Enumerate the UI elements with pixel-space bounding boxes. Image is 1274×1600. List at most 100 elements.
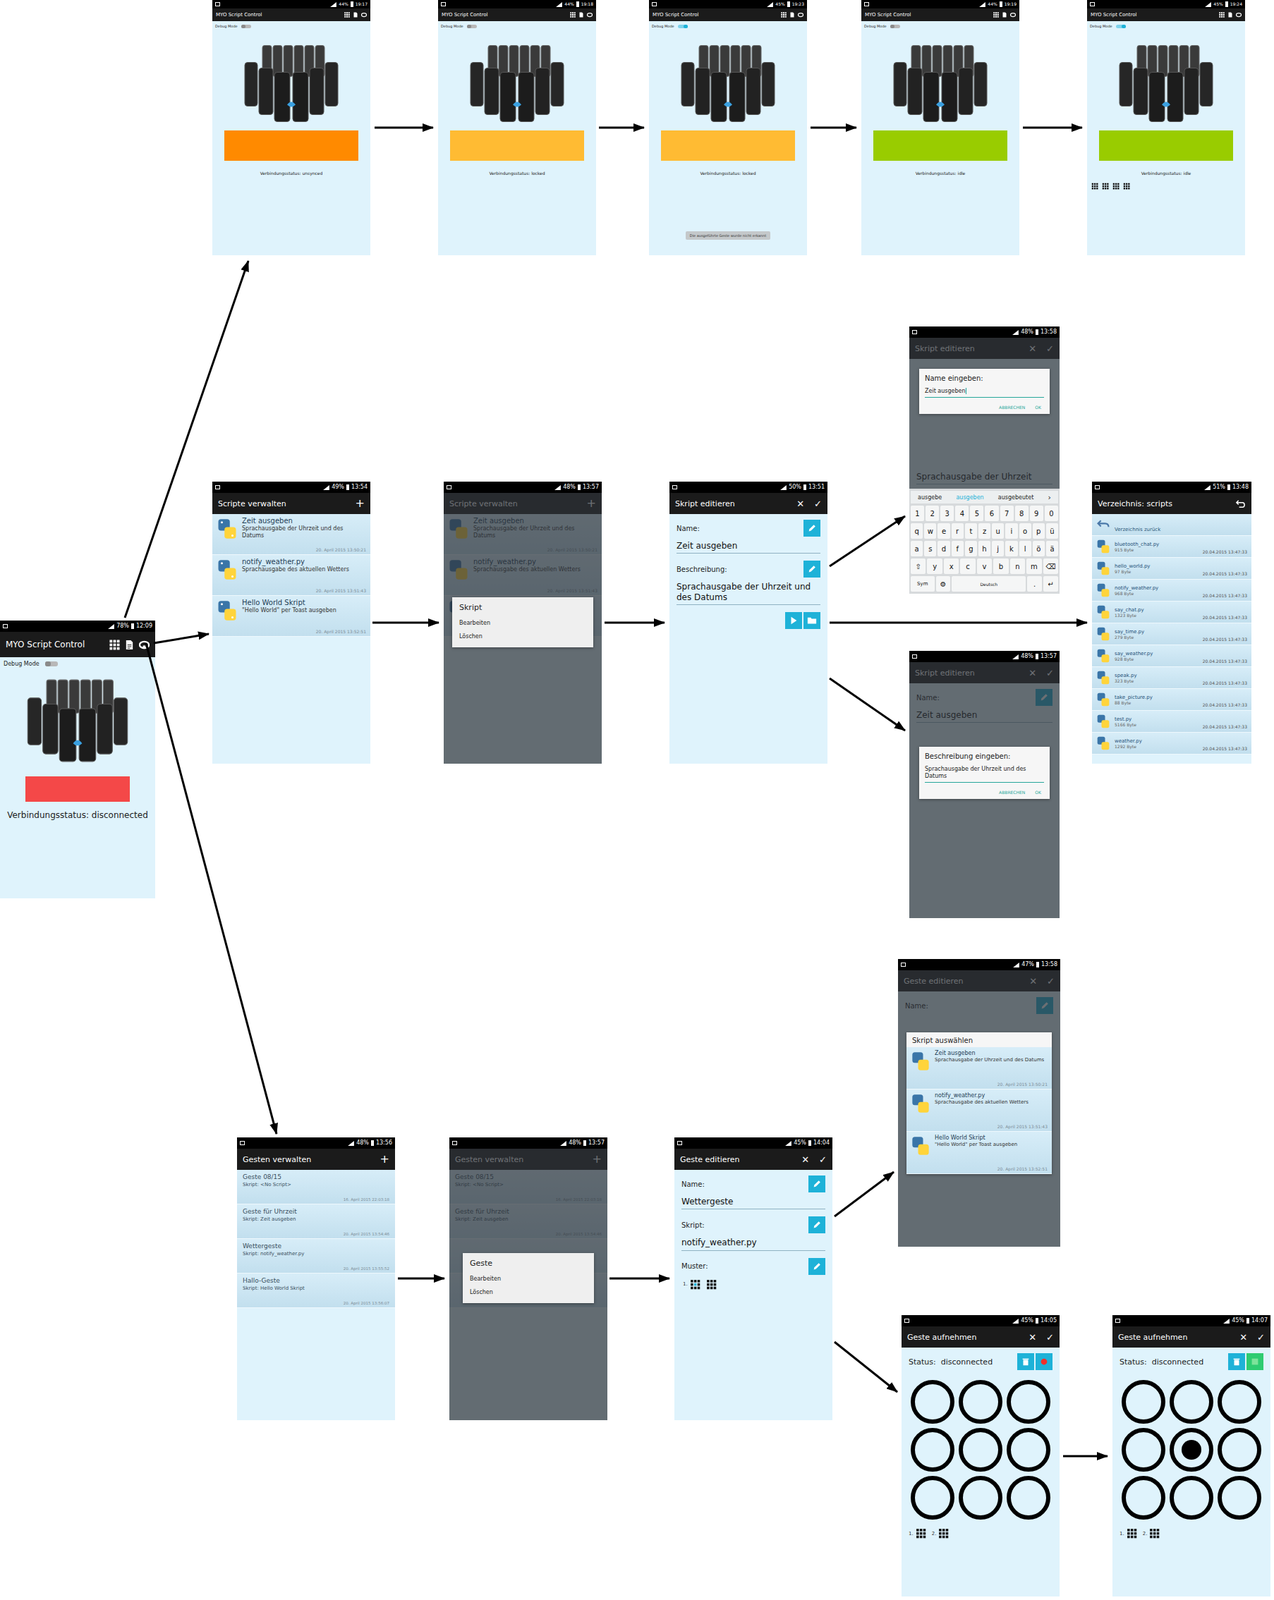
key[interactable]: o bbox=[1019, 523, 1032, 539]
pattern-cell[interactable] bbox=[1121, 1476, 1166, 1521]
key[interactable]: 3 bbox=[940, 505, 954, 522]
file-row[interactable]: hello_world.py97 Byte20.04.2015 13:47:33 bbox=[1092, 557, 1252, 580]
cancel-button[interactable]: ✕ bbox=[1028, 1332, 1037, 1344]
armband-icon[interactable] bbox=[361, 11, 367, 18]
file-row[interactable]: weather.py1292 Byte20.04.2015 13:47:33 bbox=[1092, 732, 1252, 755]
suggestion[interactable]: ausgeben bbox=[955, 494, 984, 501]
context-menu-item[interactable]: Bearbeiten bbox=[459, 616, 587, 630]
delete-button[interactable] bbox=[1228, 1353, 1246, 1371]
key[interactable]: ü bbox=[1046, 523, 1059, 539]
key[interactable]: a bbox=[910, 541, 923, 557]
pattern-cell[interactable] bbox=[910, 1428, 955, 1473]
debug-mode-toggle[interactable] bbox=[677, 24, 688, 29]
gestures-grid-icon[interactable] bbox=[1218, 11, 1225, 18]
script-document-icon[interactable] bbox=[789, 11, 796, 18]
key[interactable]: v bbox=[977, 558, 992, 575]
pattern-cell[interactable] bbox=[1006, 1380, 1051, 1425]
pattern-cell[interactable] bbox=[1169, 1476, 1214, 1521]
dialog-button[interactable]: ABBRECHEN bbox=[998, 404, 1025, 410]
pattern-cell[interactable] bbox=[958, 1476, 1003, 1521]
key[interactable]: w bbox=[924, 523, 937, 539]
armband-icon[interactable] bbox=[1010, 11, 1016, 18]
pattern-cell[interactable] bbox=[1169, 1428, 1214, 1473]
key[interactable]: r bbox=[951, 523, 964, 539]
key[interactable]: 1 bbox=[910, 505, 925, 522]
armband-icon[interactable] bbox=[1235, 11, 1242, 18]
debug-mode-toggle[interactable] bbox=[1115, 24, 1126, 29]
key[interactable]: ö bbox=[1032, 541, 1045, 557]
cancel-button[interactable]: ✕ bbox=[1239, 1332, 1248, 1344]
key[interactable]: u bbox=[991, 523, 1004, 539]
edit-button[interactable] bbox=[808, 1216, 826, 1234]
confirm-button[interactable]: ✓ bbox=[1046, 1332, 1054, 1344]
key[interactable]: 8 bbox=[1015, 505, 1029, 522]
file-row[interactable]: test.py5166 Byte20.04.2015 13:47:33 bbox=[1092, 711, 1252, 733]
cancel-button[interactable]: ✕ bbox=[796, 498, 805, 510]
dialog-button[interactable]: ABBRECHEN bbox=[998, 790, 1025, 796]
gestures-grid-icon[interactable] bbox=[569, 11, 576, 18]
key[interactable]: l bbox=[1019, 541, 1032, 557]
gestures-grid-icon[interactable] bbox=[344, 11, 350, 18]
context-menu-item[interactable]: Löschen bbox=[459, 629, 587, 644]
pattern-grid[interactable] bbox=[901, 1380, 1060, 1521]
cancel-button[interactable]: ✕ bbox=[801, 1154, 810, 1166]
debug-mode-toggle[interactable] bbox=[241, 24, 252, 29]
key[interactable]: f bbox=[951, 541, 964, 557]
script-document-icon[interactable] bbox=[1001, 11, 1008, 18]
key[interactable]: . bbox=[1027, 576, 1042, 592]
key[interactable]: h bbox=[978, 541, 991, 557]
script-item[interactable]: notify_weather.pySprachausgabe des aktue… bbox=[212, 555, 371, 597]
pattern-cell[interactable] bbox=[1169, 1380, 1214, 1425]
key[interactable]: i bbox=[1005, 523, 1018, 539]
description-input[interactable]: Sprachausgabe der Uhrzeit und des Datums bbox=[924, 766, 1045, 784]
edit-button[interactable] bbox=[808, 1258, 826, 1276]
confirm-button[interactable]: ✓ bbox=[1257, 1332, 1265, 1344]
key[interactable]: 6 bbox=[984, 505, 999, 522]
script-document-icon[interactable] bbox=[1227, 11, 1234, 18]
edit-button[interactable] bbox=[808, 1175, 826, 1193]
record-button[interactable] bbox=[1246, 1353, 1264, 1371]
key[interactable]: Deutsch bbox=[951, 576, 1026, 592]
edit-button[interactable] bbox=[803, 519, 821, 537]
script-option[interactable]: Hello World Skript"Hello World" per Toas… bbox=[906, 1132, 1052, 1175]
gesture-item[interactable]: Geste für UhrzeitSkript: Zeit ausgeben20… bbox=[237, 1204, 396, 1240]
key[interactable]: k bbox=[1005, 541, 1018, 557]
edit-button[interactable] bbox=[803, 560, 821, 578]
key[interactable]: c bbox=[960, 558, 975, 575]
key[interactable]: 7 bbox=[1000, 505, 1014, 522]
pattern-cell[interactable] bbox=[1121, 1428, 1166, 1473]
pattern-cell[interactable] bbox=[1121, 1380, 1166, 1425]
script-option[interactable]: notify_weather.pySprachausgabe des aktue… bbox=[906, 1089, 1052, 1133]
more-suggestions-button[interactable]: › bbox=[1047, 493, 1051, 503]
armband-icon[interactable] bbox=[138, 639, 150, 651]
key[interactable]: b bbox=[993, 558, 1009, 575]
debug-mode-toggle[interactable] bbox=[45, 661, 58, 667]
key[interactable]: q bbox=[910, 523, 923, 539]
pattern-cell[interactable] bbox=[1006, 1428, 1051, 1473]
suggestion[interactable]: ausgebeutet bbox=[998, 494, 1034, 501]
key[interactable]: ⚙ bbox=[936, 576, 951, 592]
pattern-cell[interactable] bbox=[958, 1380, 1003, 1425]
key[interactable]: 2 bbox=[925, 505, 939, 522]
file-row[interactable]: speak.py323 Byte20.04.2015 13:47:33 bbox=[1092, 667, 1252, 690]
debug-mode-toggle[interactable] bbox=[466, 24, 477, 29]
run-button[interactable] bbox=[785, 612, 803, 630]
pattern-cell[interactable] bbox=[958, 1428, 1003, 1473]
file-row[interactable]: say_time.py279 Byte20.04.2015 13:47:33 bbox=[1092, 623, 1252, 646]
back-icon[interactable] bbox=[1235, 498, 1246, 510]
file-row[interactable]: bluetooth_chat.py915 Byte20.04.2015 13:4… bbox=[1092, 536, 1252, 558]
file-row[interactable]: say_weather.py928 Byte20.04.2015 13:47:3… bbox=[1092, 645, 1252, 668]
gesture-item[interactable]: Geste 08/15Skript: <No Script>16. April … bbox=[237, 1170, 396, 1205]
pattern-cell[interactable] bbox=[910, 1380, 955, 1425]
script-item[interactable]: Hello World Skript"Hello World" per Toas… bbox=[212, 596, 371, 637]
file-row[interactable]: notify_weather.py968 Byte20.04.2015 13:4… bbox=[1092, 579, 1252, 602]
key[interactable]: ⇧ bbox=[910, 558, 926, 575]
key[interactable]: ä bbox=[1046, 541, 1059, 557]
key[interactable]: Sym bbox=[910, 576, 935, 592]
script-item[interactable]: Zeit ausgebenSprachausgabe der Uhrzeit u… bbox=[212, 514, 371, 556]
file-row[interactable]: say_chat.py1323 Byte20.04.2015 13:47:33 bbox=[1092, 601, 1252, 624]
pattern-cell[interactable] bbox=[910, 1476, 955, 1521]
pattern-grid[interactable] bbox=[1112, 1380, 1271, 1521]
parent-directory-row[interactable]: Verzeichnis zurück bbox=[1092, 514, 1252, 537]
pattern-cell[interactable] bbox=[1006, 1476, 1051, 1521]
